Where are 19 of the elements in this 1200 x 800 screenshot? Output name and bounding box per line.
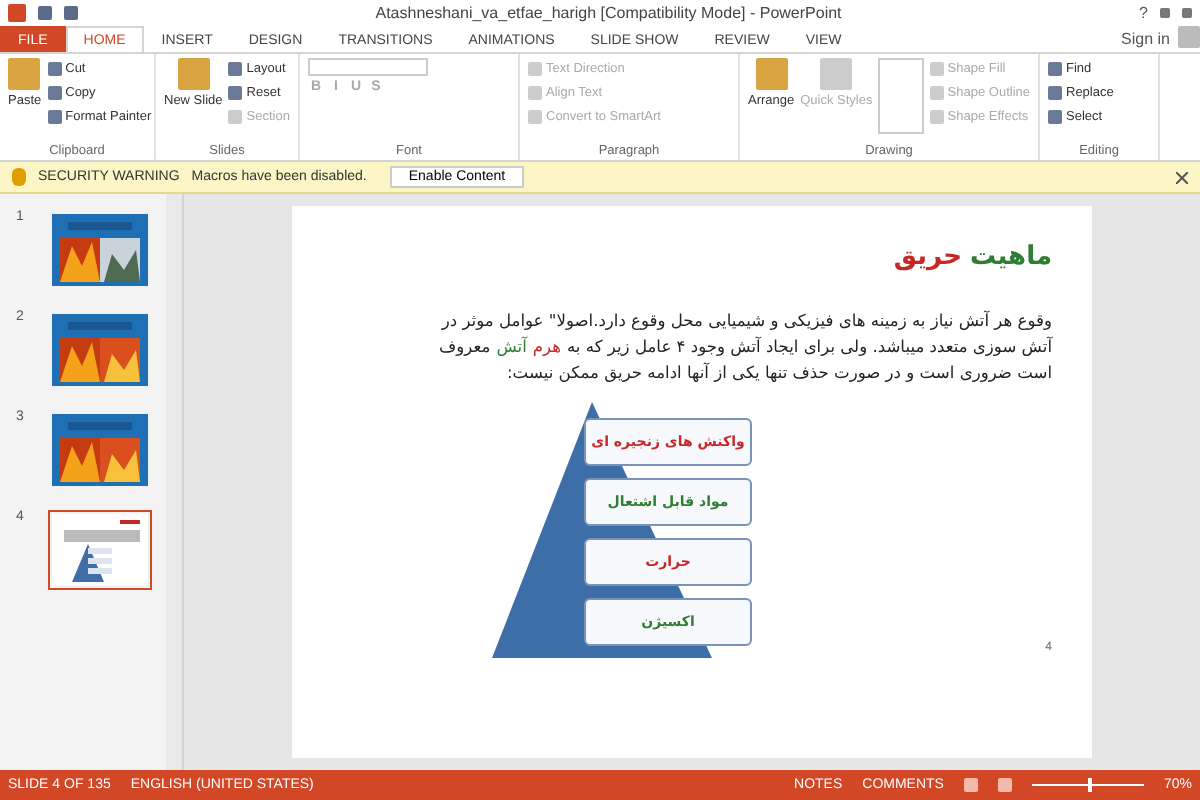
body-text: آتش [496, 334, 527, 360]
slide-title: حریق [893, 242, 962, 272]
slide-thumbnail[interactable] [48, 210, 152, 290]
sign-in-link[interactable]: Sign in [1121, 30, 1170, 48]
window-title: Atashneshani_va_etfae_harigh [Compatibility Mode] - PowerPoint [373, 4, 844, 22]
font-field[interactable] [308, 58, 428, 76]
warning-icon [12, 168, 26, 186]
body-text: آتش سوزی متعدد میباشد. ولی برای ایجاد آتش وجود ۴ عامل زیر که به [566, 334, 1052, 360]
shapes-gallery[interactable] [878, 58, 924, 134]
body-text: است ضروری است و در صورت حذف تنها یکی از آنها ادامه حریق ممکن نیست: [507, 360, 1052, 386]
body-text: هرم [532, 334, 561, 360]
body-text: وقوع هر آتش نیاز به زمینه های فیزیکی و شیمیایی محل وقوع دارد.اصولا" عوامل موثر در [441, 308, 1052, 334]
slide-thumbnail[interactable] [48, 510, 152, 590]
slide-title: ماهیت [969, 242, 1052, 272]
slide-thumbnail[interactable] [48, 410, 152, 490]
zoom-thumb[interactable] [1087, 778, 1092, 792]
help-button[interactable]: ? [1139, 4, 1148, 22]
body-text: معروف [439, 334, 491, 360]
slide-thumbnail[interactable] [48, 310, 152, 390]
